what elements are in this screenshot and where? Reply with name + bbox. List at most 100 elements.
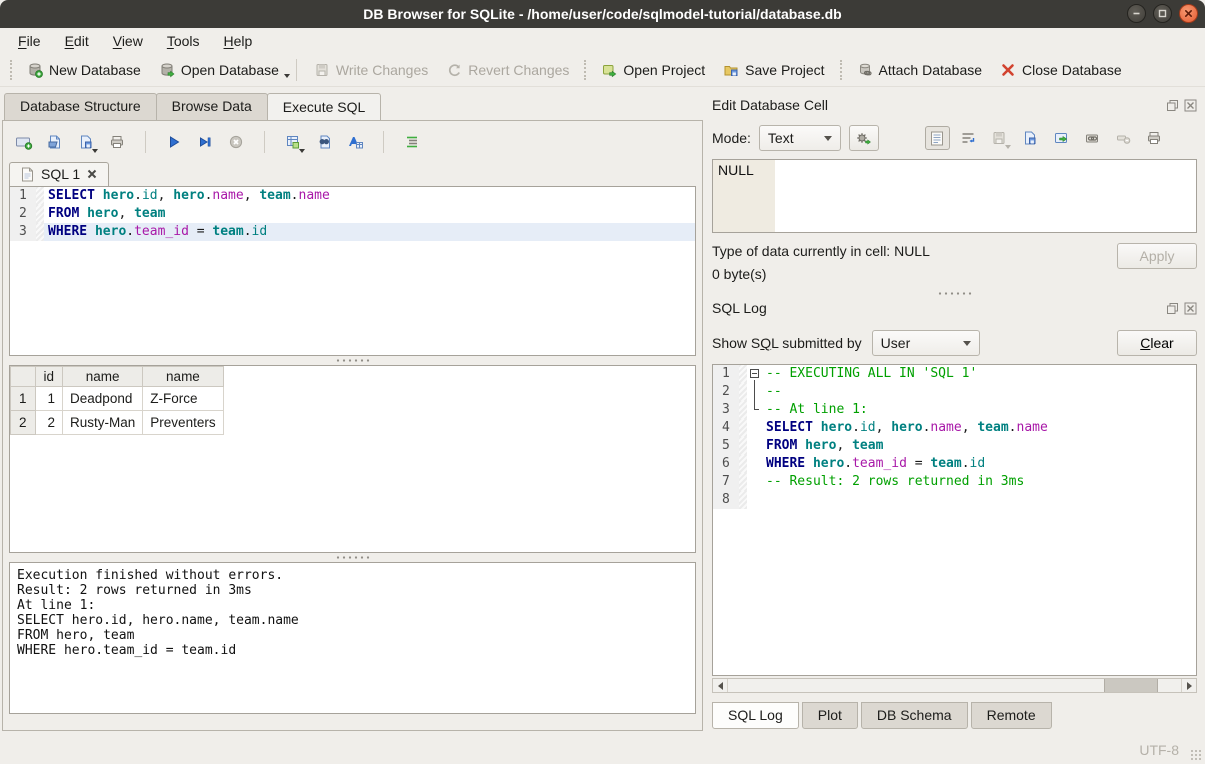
- execute-all-button[interactable]: [163, 132, 185, 152]
- clear-log-button[interactable]: Clear: [1117, 330, 1197, 356]
- format-sql-button[interactable]: [401, 132, 423, 152]
- code-line[interactable]: 7-- Result: 2 rows returned in 3ms: [713, 473, 1196, 491]
- horizontal-scrollbar[interactable]: [712, 678, 1197, 693]
- close-dock-icon[interactable]: [1184, 302, 1197, 315]
- export-text-button[interactable]: [1049, 126, 1074, 150]
- tab-execute-sql[interactable]: Execute SQL: [267, 93, 382, 121]
- log-filter-row: Show SQL submitted by User Clear: [712, 330, 1197, 356]
- splitter-handle[interactable]: [9, 553, 696, 562]
- table-cell[interactable]: Deadpond: [63, 387, 143, 411]
- save-results-dropdown-icon[interactable]: [299, 149, 305, 153]
- code-line[interactable]: 3WHERE hero.team_id = team.id: [10, 223, 695, 241]
- splitter-handle[interactable]: [712, 289, 1197, 298]
- row-header[interactable]: 1: [11, 387, 36, 411]
- tab-sql-log[interactable]: SQL Log: [712, 702, 799, 729]
- new-sql-tab-button[interactable]: [13, 132, 35, 152]
- attach-database-icon: [857, 62, 873, 78]
- column-header[interactable]: id: [35, 367, 63, 387]
- menu-edit[interactable]: Edit: [55, 31, 99, 51]
- results-area[interactable]: idnamename11DeadpondZ-Force22Rusty-ManPr…: [9, 365, 696, 553]
- scrollbar-thumb[interactable]: [1104, 679, 1158, 692]
- code-line[interactable]: 5FROM hero, team: [713, 437, 1196, 455]
- table-row[interactable]: 22Rusty-ManPreventers: [11, 411, 224, 435]
- print-sql-button[interactable]: [106, 132, 128, 152]
- left-panel: Database Structure Browse Data Execute S…: [0, 87, 704, 735]
- scroll-left-icon[interactable]: [713, 679, 728, 692]
- toolbar-handle[interactable]: [10, 60, 12, 80]
- code-line[interactable]: 4SELECT hero.id, hero.name, team.name: [713, 419, 1196, 437]
- menu-tools[interactable]: Tools: [157, 31, 210, 51]
- minimize-button[interactable]: [1127, 4, 1146, 23]
- auto-switch-mode-button[interactable]: [849, 125, 879, 151]
- maximize-button[interactable]: [1153, 4, 1172, 23]
- titlebar[interactable]: DB Browser for SQLite - /home/user/code/…: [0, 0, 1205, 28]
- table-row[interactable]: 11DeadpondZ-Force: [11, 387, 224, 411]
- tab-browse-data[interactable]: Browse Data: [156, 93, 268, 121]
- format-sql-icon: [404, 134, 420, 150]
- table-cell[interactable]: Rusty-Man: [63, 411, 143, 435]
- menu-view[interactable]: View: [103, 31, 153, 51]
- float-dock-icon[interactable]: [1166, 99, 1179, 112]
- close-dock-icon[interactable]: [1184, 99, 1197, 112]
- cell-edit-area[interactable]: [775, 160, 1196, 232]
- code-line[interactable]: 2--: [713, 383, 1196, 401]
- find-in-sql-button[interactable]: [313, 132, 335, 152]
- table-cell[interactable]: 1: [35, 387, 63, 411]
- autocomplete-button[interactable]: [344, 132, 366, 152]
- word-wrap-button[interactable]: [956, 126, 981, 150]
- mode-select[interactable]: Text: [759, 125, 841, 151]
- sql-file-tab[interactable]: SQL 1: [9, 162, 109, 186]
- code-line[interactable]: 1SELECT hero.id, hero.name, team.name: [10, 187, 695, 205]
- save-results-view-button[interactable]: [282, 132, 304, 152]
- code-line[interactable]: 6WHERE hero.team_id = team.id: [713, 455, 1196, 473]
- scrollbar-track[interactable]: [728, 679, 1181, 692]
- column-header[interactable]: name: [63, 367, 143, 387]
- menu-help[interactable]: Help: [214, 31, 263, 51]
- open-sql-file-button[interactable]: [44, 132, 66, 152]
- close-button[interactable]: [1179, 4, 1198, 23]
- column-header[interactable]: name: [143, 367, 223, 387]
- scroll-right-icon[interactable]: [1181, 679, 1196, 692]
- table-cell[interactable]: Z-Force: [143, 387, 223, 411]
- sql-log-view[interactable]: 1-- EXECUTING ALL IN 'SQL 1'2--3-- At li…: [712, 364, 1197, 676]
- log-filter-select[interactable]: User: [872, 330, 980, 356]
- tab-database-structure[interactable]: Database Structure: [4, 93, 157, 121]
- save-sql-file-icon: [78, 134, 94, 150]
- code-line[interactable]: 1-- EXECUTING ALL IN 'SQL 1': [713, 365, 1196, 383]
- save-as-text-button[interactable]: [1018, 126, 1043, 150]
- code-line[interactable]: 8: [713, 491, 1196, 509]
- open-database-dropdown-icon[interactable]: [284, 74, 290, 78]
- attach-database-button[interactable]: Attach Database: [848, 58, 992, 82]
- save-sql-dropdown-icon[interactable]: [92, 149, 98, 153]
- row-header[interactable]: 2: [11, 411, 36, 435]
- open-database-button[interactable]: Open Database: [150, 58, 288, 82]
- splitter-handle[interactable]: [9, 356, 696, 365]
- save-sql-file-button[interactable]: [75, 132, 97, 152]
- open-project-button[interactable]: Open Project: [592, 58, 714, 82]
- tab-remote[interactable]: Remote: [971, 702, 1052, 729]
- table-cell[interactable]: 2: [35, 411, 63, 435]
- close-tab-icon[interactable]: [87, 169, 97, 179]
- text-mode-button[interactable]: [925, 126, 950, 150]
- encoding-indicator[interactable]: UTF-8: [1139, 742, 1179, 758]
- cell-editor[interactable]: NULL: [712, 159, 1197, 233]
- close-database-button[interactable]: Close Database: [991, 58, 1131, 82]
- sql-editor[interactable]: 1SELECT hero.id, hero.name, team.name2FR…: [9, 186, 696, 356]
- menu-file[interactable]: File: [8, 31, 51, 51]
- code-line[interactable]: 2FROM hero, team: [10, 205, 695, 223]
- print-cell-button[interactable]: [1142, 126, 1167, 150]
- code-line[interactable]: 3-- At line 1:: [713, 401, 1196, 419]
- new-database-button[interactable]: New Database: [18, 58, 150, 82]
- float-dock-icon[interactable]: [1166, 302, 1179, 315]
- toolbar-handle[interactable]: [584, 60, 586, 80]
- copy-link-button[interactable]: [1080, 126, 1105, 150]
- tab-db-schema[interactable]: DB Schema: [861, 702, 968, 729]
- corner-header[interactable]: [11, 367, 36, 387]
- resize-grip[interactable]: [1190, 749, 1202, 761]
- tab-plot[interactable]: Plot: [802, 702, 858, 729]
- results-table: idnamename11DeadpondZ-Force22Rusty-ManPr…: [10, 366, 224, 435]
- execute-current-line-button[interactable]: [194, 132, 216, 152]
- table-cell[interactable]: Preventers: [143, 411, 223, 435]
- save-project-button[interactable]: Save Project: [714, 58, 833, 82]
- toolbar-handle[interactable]: [840, 60, 842, 80]
